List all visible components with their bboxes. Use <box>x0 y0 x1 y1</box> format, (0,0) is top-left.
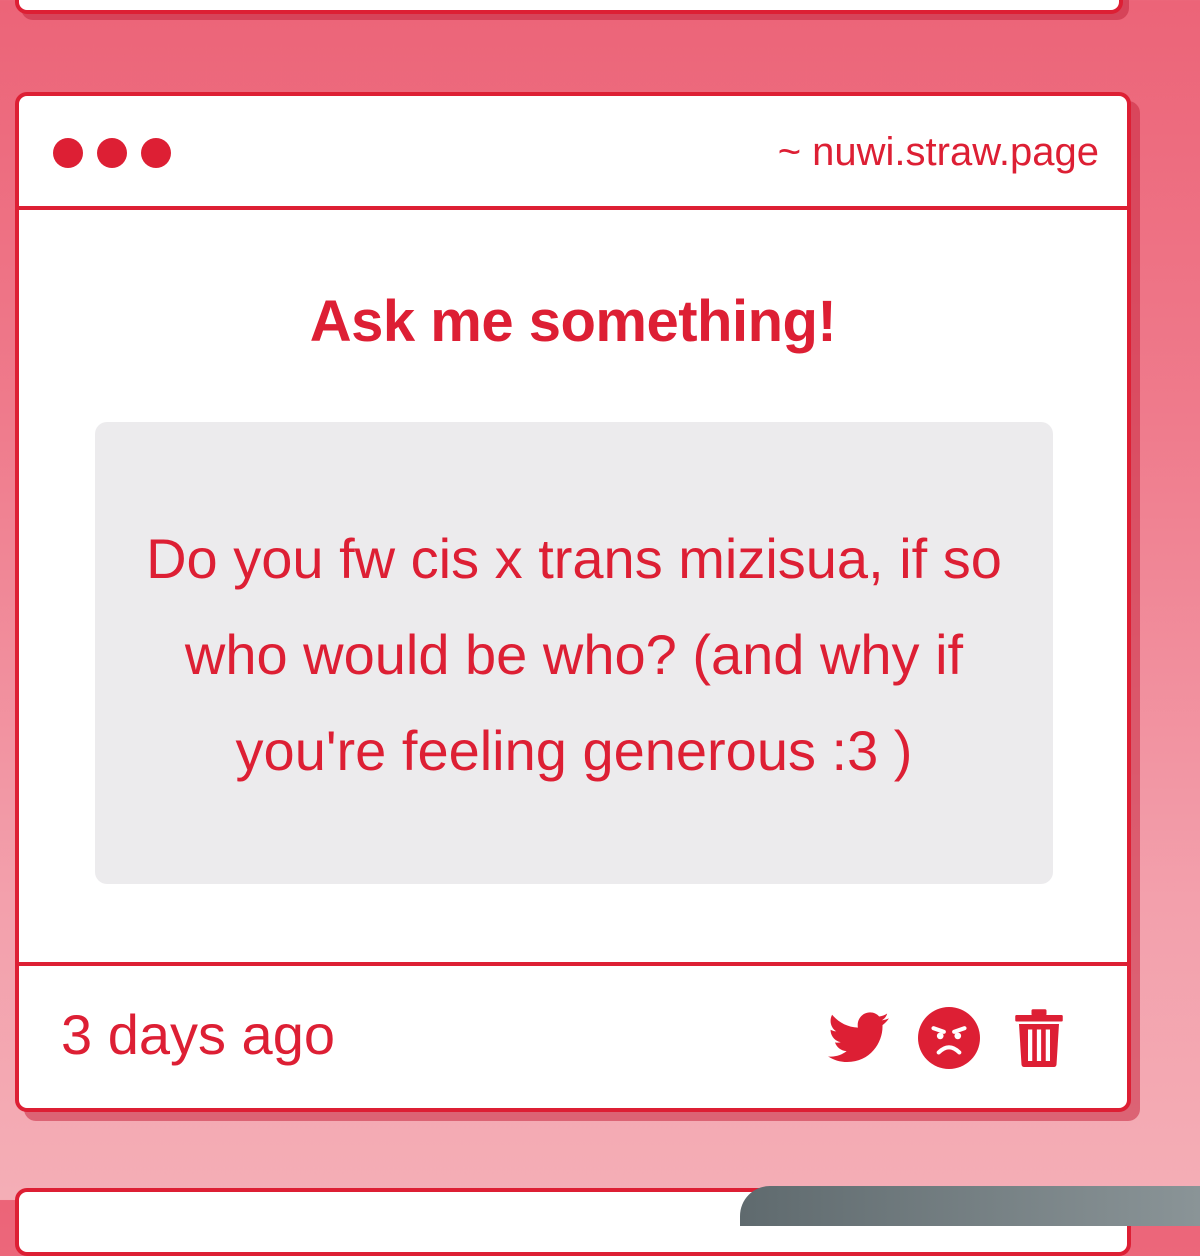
question-card: ~ nuwi.straw.page Ask me something! Do y… <box>15 92 1131 1112</box>
twitter-icon <box>828 1012 889 1063</box>
report-button[interactable] <box>917 1006 981 1070</box>
trash-icon <box>1015 1009 1063 1067</box>
previous-card <box>15 0 1123 14</box>
window-dot <box>97 138 127 168</box>
card-actions <box>827 1006 1071 1070</box>
card-footer: 3 days ago <box>19 962 1127 1108</box>
window-dots <box>53 138 171 168</box>
card-heading: Ask me something! <box>309 289 837 354</box>
question-box: Do you fw cis x trans mizisua, if so who… <box>95 422 1053 884</box>
twitter-share-button[interactable] <box>827 1006 891 1070</box>
window-dot <box>53 138 83 168</box>
card-content: Ask me something! Do you fw cis x trans … <box>19 210 1127 962</box>
question-text: Do you fw cis x trans mizisua, if so who… <box>146 527 1002 782</box>
card-titlebar: ~ nuwi.straw.page <box>19 96 1127 210</box>
angry-face-icon <box>918 1007 980 1069</box>
window-dot <box>141 138 171 168</box>
timestamp: 3 days ago <box>61 1003 335 1066</box>
page-url[interactable]: ~ nuwi.straw.page <box>778 126 1099 178</box>
delete-button[interactable] <box>1007 1006 1071 1070</box>
background-photo <box>740 1186 1200 1226</box>
